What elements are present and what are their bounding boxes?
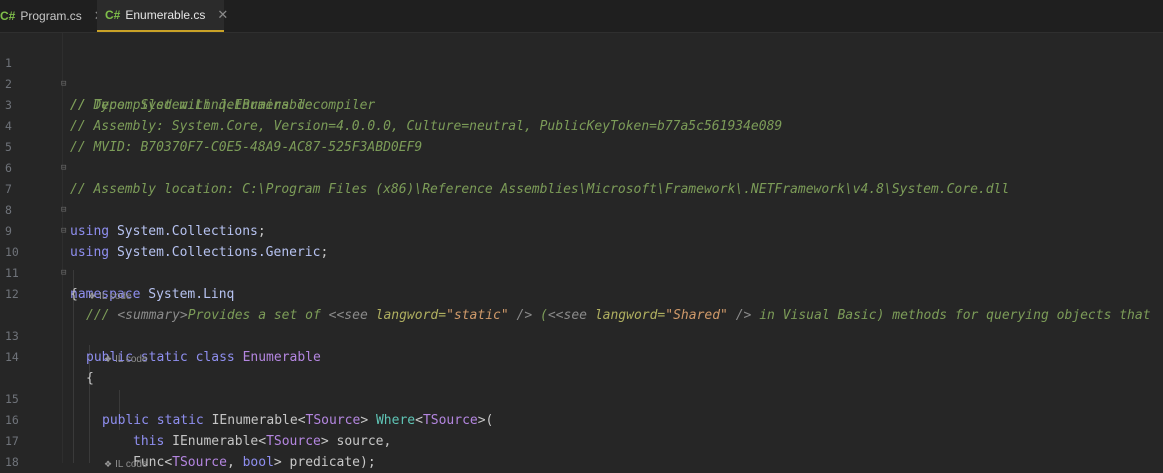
il-code-hint[interactable]: ❖ IL code <box>88 289 132 303</box>
line-number: 14 <box>5 350 19 364</box>
tab-label: Program.cs <box>20 9 82 23</box>
code-line: 4 // MVID: B70370F7-C0E5-48A9-AC87-525F3… <box>0 95 1163 155</box>
code-line: 10 ⊟ namespace System.Linq <box>0 221 1163 302</box>
code-line: 11 { <box>0 242 1163 302</box>
line-number: 12 <box>5 287 19 301</box>
code-line: 16 this IEnumerable<TSource> source, <box>0 389 1163 449</box>
code-line: 3 // Assembly: System.Core, Version=4.0.… <box>0 74 1163 134</box>
code-line: 1 ⊟ // Decompiled with JetBrains decompi… <box>0 32 1163 113</box>
code-line: 18 <box>0 431 1163 469</box>
code-line: 12 /// <summary>Provides a set of <<see … <box>0 263 1163 323</box>
code-text: { <box>70 287 78 302</box>
code-line: 8 ⊟ using System.Collections.Generic; <box>0 179 1163 260</box>
csharp-file-icon: C# <box>0 9 16 23</box>
il-code-hint[interactable]: ❖ IL code <box>104 457 148 471</box>
code-line: 9 <box>0 200 1163 238</box>
code-line: 14 { <box>0 326 1163 386</box>
code-line: 15 public static IEnumerable<TSource> Wh… <box>0 368 1163 428</box>
il-code-icon: ❖ <box>104 354 113 364</box>
code-line: 7 ⊟ using System.Collections; <box>0 158 1163 239</box>
il-code-hint[interactable]: ❖ IL code <box>104 352 148 366</box>
il-code-icon: ❖ <box>88 291 97 301</box>
code-line: 6 <box>0 137 1163 175</box>
code-line: 5 ⊟ // Assembly location: C:\Program Fil… <box>0 116 1163 197</box>
code-line: 13 public static class Enumerable <box>0 305 1163 365</box>
code-line: 2 // Type: System.Linq.Enumerable <box>0 53 1163 113</box>
editor-tab-bar: C# Program.cs ✕ C# Enumerable.cs ✕ <box>0 0 1163 33</box>
tab-program-cs[interactable]: C# Program.cs ✕ <box>0 0 105 32</box>
tab-label: Enumerable.cs <box>125 8 206 22</box>
code-line: 17 Func<TSource, bool> predicate); <box>0 410 1163 470</box>
csharp-file-icon: C# <box>105 8 121 22</box>
tab-enumerable-cs[interactable]: C# Enumerable.cs ✕ <box>97 0 228 32</box>
il-code-icon: ❖ <box>104 459 113 469</box>
close-icon[interactable]: ✕ <box>217 7 228 23</box>
